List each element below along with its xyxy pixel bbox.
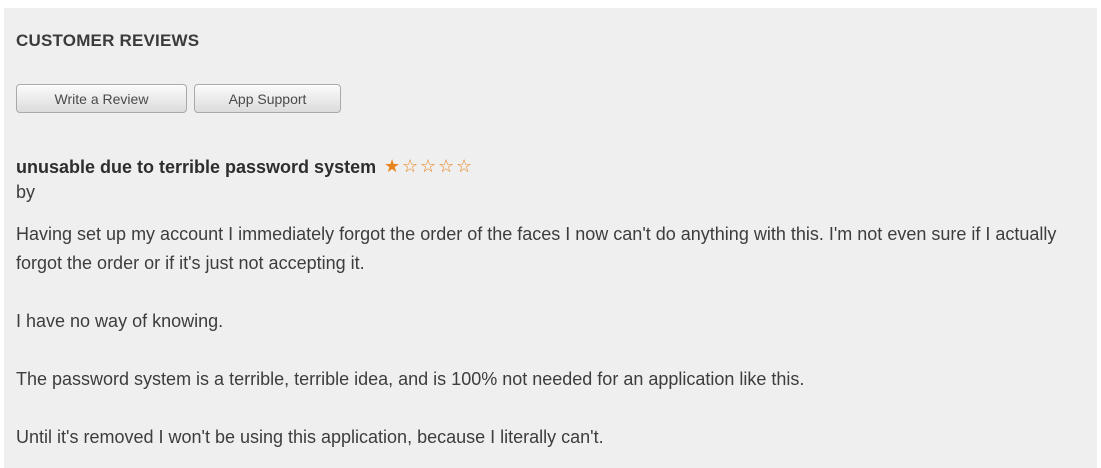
- review-paragraph: The password system is a terrible, terri…: [16, 369, 805, 389]
- review-paragraph: Having set up my account I immediately f…: [16, 224, 1057, 273]
- review-item: unusable due to terrible password system…: [16, 154, 1086, 452]
- review-body: Having set up my account I immediately f…: [16, 220, 1086, 452]
- review-title: unusable due to terrible password system: [16, 156, 377, 177]
- star-filled-icon: ★: [384, 156, 401, 177]
- review-header: unusable due to terrible password system…: [16, 154, 1086, 180]
- customer-reviews-panel: CUSTOMER REVIEWS Write a Review App Supp…: [4, 8, 1097, 468]
- star-rating: ★ ☆ ☆ ☆ ☆: [383, 158, 473, 176]
- star-empty-icon: ☆: [420, 156, 437, 177]
- review-paragraph: I have no way of knowing.: [16, 311, 224, 331]
- section-title: CUSTOMER REVIEWS: [16, 31, 200, 50]
- app-support-button[interactable]: App Support: [194, 84, 341, 113]
- star-empty-icon: ☆: [438, 156, 455, 177]
- review-actions: Write a Review App Support: [16, 84, 341, 113]
- star-empty-icon: ☆: [456, 156, 473, 177]
- write-review-button[interactable]: Write a Review: [16, 84, 187, 113]
- review-byline: by: [16, 182, 36, 202]
- review-paragraph: Until it's removed I won't be using this…: [16, 427, 604, 447]
- star-empty-icon: ☆: [402, 156, 419, 177]
